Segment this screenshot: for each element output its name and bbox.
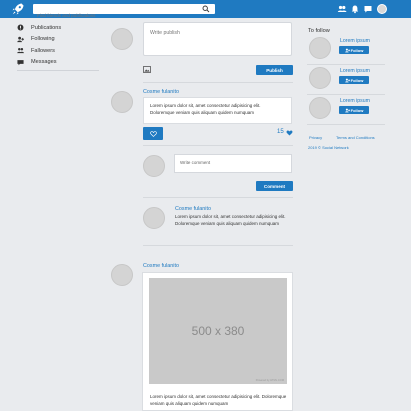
- to-follow-title: To follow: [308, 28, 330, 34]
- divider: [143, 82, 293, 83]
- menu-item-publications[interactable]: Publications: [17, 22, 99, 34]
- messages-icon: [17, 59, 24, 66]
- comment-text: Lorem ipsum dolor sit, amet consectetur …: [175, 214, 286, 226]
- followers-icon: [17, 48, 24, 54]
- divider: [143, 145, 293, 146]
- image-icon[interactable]: [143, 66, 151, 73]
- search-input[interactable]: [33, 10, 198, 21]
- divider: [307, 94, 385, 95]
- bell-icon[interactable]: [350, 4, 360, 14]
- post-author[interactable]: Cosme fulanito: [143, 263, 179, 269]
- menu-item-messages[interactable]: Messages: [17, 57, 99, 69]
- privacy-link[interactable]: Privacy: [309, 135, 322, 140]
- commenter-avatar: [143, 155, 165, 177]
- add-user-icon: [344, 48, 350, 52]
- suggested-user: Lorem ipsum Follow: [307, 67, 385, 98]
- message-icon[interactable]: [363, 4, 373, 14]
- suggested-user-avatar: [309, 37, 331, 59]
- divider: [307, 124, 385, 125]
- friends-icon[interactable]: [337, 4, 347, 14]
- menu-label: Following: [31, 36, 55, 43]
- suggested-user-avatar: [309, 97, 331, 119]
- post-text-card: Lorem ipsum dolor sit, amet consectetur …: [143, 97, 292, 124]
- publish-textarea[interactable]: Write publish: [143, 22, 292, 56]
- rocket-logo-icon[interactable]: [11, 2, 25, 16]
- follow-label: Follow: [350, 47, 364, 53]
- menu-divider: [17, 70, 99, 71]
- search-bar: [33, 4, 215, 21]
- follow-button[interactable]: Follow: [339, 46, 369, 54]
- post-image-card: 500 x 380 Powered by HTML.COM Lorem ipsu…: [142, 272, 293, 411]
- follow-label: Follow: [350, 77, 364, 83]
- follow-button[interactable]: Follow: [339, 106, 369, 114]
- like-count: 15: [277, 129, 284, 135]
- copyright-text: 2019 © Social Network: [308, 145, 349, 150]
- image-credit: Powered by HTML.COM: [255, 379, 284, 382]
- divider: [143, 197, 293, 198]
- search-icon[interactable]: [202, 5, 210, 13]
- heart-icon: [286, 130, 293, 136]
- suggested-user-name[interactable]: Lorem ipsum: [340, 98, 370, 104]
- composer-avatar: [111, 28, 133, 50]
- suggested-user: Lorem ipsum Follow: [307, 37, 385, 68]
- menu-label: Messages: [31, 59, 57, 66]
- menu-item-following[interactable]: Following: [17, 34, 99, 46]
- suggested-user-avatar: [309, 67, 331, 89]
- post-author[interactable]: Cosme fulanito: [143, 89, 179, 95]
- top-navigation-bar: [0, 0, 411, 21]
- heart-outline-icon: [149, 130, 157, 137]
- post-avatar: [111, 264, 133, 286]
- follow-button[interactable]: Follow: [339, 76, 369, 84]
- menu-item-followers[interactable]: Fallowers: [17, 45, 99, 57]
- like-button[interactable]: [143, 127, 163, 140]
- divider: [143, 245, 293, 246]
- menu-label: Fallowers: [31, 47, 55, 54]
- post-avatar: [111, 91, 133, 113]
- post-text: Lorem ipsum dolor sit, amet consectetur …: [150, 103, 261, 115]
- terms-link[interactable]: Terms and Conditions: [336, 135, 375, 140]
- publications-icon: [17, 24, 24, 31]
- comment-avatar: [143, 207, 165, 229]
- menu-label: Publications: [31, 24, 62, 31]
- suggested-user-name[interactable]: Lorem ipsum: [340, 38, 370, 44]
- add-user-icon: [344, 78, 350, 82]
- following-icon: [17, 36, 24, 42]
- sidebar-menu: Publications Following Fallowers Message…: [17, 22, 99, 68]
- divider: [307, 64, 385, 65]
- publish-button[interactable]: Publish: [256, 65, 293, 75]
- add-user-icon: [344, 108, 350, 112]
- suggested-user: Lorem ipsum Follow: [307, 97, 385, 128]
- follow-label: Follow: [350, 107, 364, 113]
- image-size-label: 500 x 380: [191, 324, 245, 338]
- user-avatar[interactable]: [377, 4, 387, 14]
- comment-textarea[interactable]: Write comment: [174, 154, 292, 173]
- comment-author[interactable]: Cosme fulanito: [175, 206, 211, 212]
- comment-button[interactable]: Comment: [256, 181, 293, 191]
- post-text: Lorem ipsum dolor sit, amet consectetur …: [150, 394, 287, 406]
- post-image[interactable]: 500 x 380 Powered by HTML.COM: [149, 278, 287, 384]
- suggested-user-name[interactable]: Lorem ipsum: [340, 68, 370, 74]
